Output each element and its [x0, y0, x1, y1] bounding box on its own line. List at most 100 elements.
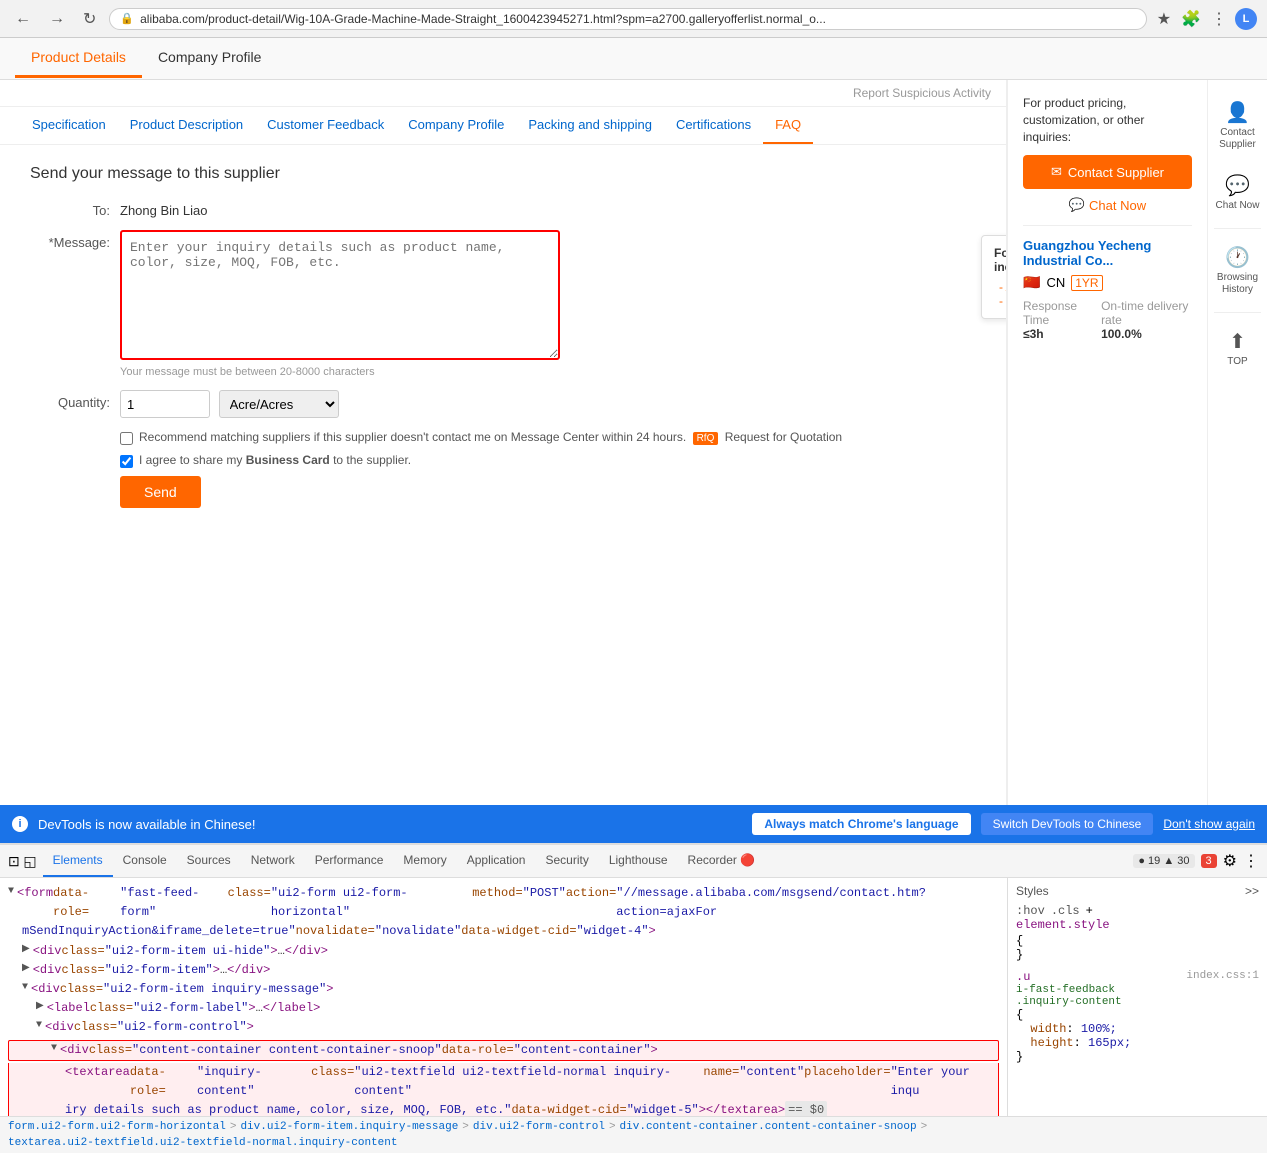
char-limit-note: Your message must be between 20-8000 cha…: [120, 366, 976, 378]
agree-checkbox[interactable]: [120, 455, 133, 468]
sidebar-right: For product pricing, customization, or o…: [1007, 80, 1207, 805]
browsing-history-btn[interactable]: 🕐 Browsing History: [1208, 235, 1267, 306]
supplier-cta-text: For product pricing, customization, or o…: [1023, 95, 1192, 145]
lock-icon: 🔒: [120, 12, 134, 25]
supplier-name[interactable]: Guangzhou Yecheng Industrial Co...: [1023, 238, 1192, 268]
menu-button[interactable]: ⋮: [1209, 7, 1229, 31]
main-layout: Product Details Company Profile Report S…: [0, 38, 1267, 805]
chat-now-panel-btn[interactable]: 💬 Chat Now: [1208, 163, 1267, 222]
back-button[interactable]: ←: [10, 8, 36, 30]
tab-product-details[interactable]: Product Details: [15, 39, 142, 78]
dont-show-link[interactable]: Don't show again: [1163, 817, 1255, 831]
product-main: Report Suspicious Activity Specification…: [0, 80, 1007, 805]
send-heading: Send your message to this supplier: [30, 165, 976, 183]
styles-title: Styles: [1016, 884, 1049, 898]
dom-line-4: ▶ <div class="ui2-form-item"> …</div>: [8, 961, 999, 980]
delivery-label: On-time delivery rate: [1101, 299, 1192, 327]
sub-nav-customer-feedback[interactable]: Customer Feedback: [255, 107, 396, 144]
breadcrumb-div-content[interactable]: div.content-container.content-container-…: [620, 1121, 917, 1133]
dom-attr3: action=: [566, 884, 616, 903]
browser-chrome: ← → ↻ 🔒 alibaba.com/product-detail/Wig-1…: [0, 0, 1267, 38]
forward-button[interactable]: →: [44, 8, 70, 30]
scroll-top-btn[interactable]: ⬆ TOP: [1208, 319, 1267, 378]
unit-select[interactable]: Acre/Acres: [219, 390, 339, 418]
element-style-selector: element.style: [1016, 918, 1259, 932]
dom-line-7: ▼ <div class="ui2-form-control">: [8, 1018, 999, 1037]
breadcrumb-form[interactable]: form.ui2-form.ui2-form-horizontal: [8, 1121, 226, 1133]
profile-avatar[interactable]: L: [1235, 8, 1257, 30]
address-bar[interactable]: 🔒 alibaba.com/product-detail/Wig-10A-Gra…: [109, 8, 1146, 30]
chat-now-icon: 💬: [1225, 173, 1250, 198]
checkbox-recommend-row: Recommend matching suppliers if this sup…: [30, 430, 976, 445]
dom-attr-val: "fast-feed-form": [120, 884, 227, 922]
devtools-tab-elements[interactable]: Elements: [43, 845, 113, 877]
top-label: TOP: [1227, 356, 1247, 368]
devtools-info-text: DevTools is now available in Chinese!: [38, 817, 742, 832]
sub-nav-certifications[interactable]: Certifications: [664, 107, 763, 144]
breadcrumb-div-inq[interactable]: div.ui2-form-item.inquiry-message: [240, 1121, 458, 1133]
tab-company-profile[interactable]: Company Profile: [142, 39, 278, 78]
country-code: CN: [1046, 275, 1065, 290]
report-link[interactable]: Report Suspicious Activity: [853, 86, 991, 100]
filter-plus[interactable]: +: [1086, 904, 1093, 918]
chat-now-label: Chat Now: [1216, 200, 1260, 212]
page-content: Product Details Company Profile Report S…: [0, 38, 1267, 805]
bookmark-button[interactable]: ★: [1155, 7, 1173, 31]
sub-nav-specification[interactable]: Specification: [20, 107, 118, 144]
stats-row: Response Time ≤3h On-time delivery rate …: [1023, 299, 1192, 341]
dom-breadcrumb: form.ui2-form.ui2-form-horizontal > div.…: [0, 1116, 1267, 1153]
devtools-panel-toggle[interactable]: ⊡ ◱: [8, 853, 37, 870]
quantity-row: Quantity: Acre/Acres: [30, 390, 976, 418]
recommend-checkbox[interactable]: [120, 432, 133, 445]
devtools-tab-lighthouse[interactable]: Lighthouse: [599, 845, 678, 877]
styles-filter: :hov .cls +: [1016, 904, 1259, 918]
dom-arrow[interactable]: ▼: [8, 884, 14, 900]
devtools-tab-network[interactable]: Network: [241, 845, 305, 877]
match-language-button[interactable]: Always match Chrome's language: [752, 813, 970, 835]
devtools-tab-memory[interactable]: Memory: [393, 845, 456, 877]
devtools-tab-recorder[interactable]: Recorder 🔴: [678, 845, 766, 877]
message-textarea[interactable]: [120, 230, 560, 360]
history-icon: 🕐: [1225, 245, 1250, 270]
response-time-label: Response Time: [1023, 299, 1091, 327]
styles-header: Styles >>: [1016, 884, 1259, 898]
dom-line: ▼ <form data-role="fast-feed-form" class…: [8, 884, 999, 922]
hint-item-2: - Special requests, if any: [999, 294, 1007, 308]
chat-now-button[interactable]: 💬 Chat Now: [1023, 197, 1192, 213]
styles-chevron[interactable]: >>: [1245, 884, 1259, 898]
devtools-tab-application[interactable]: Application: [457, 845, 536, 877]
switch-chinese-button[interactable]: Switch DevTools to Chinese: [981, 813, 1154, 835]
contact-supplier-button[interactable]: ✉ Contact Supplier: [1023, 155, 1192, 189]
devtools-info-bar: i DevTools is now available in Chinese! …: [0, 805, 1267, 843]
divider: [1023, 225, 1192, 226]
contact-icon: 👤: [1225, 100, 1250, 125]
message-wrapper: For better quotations, include: - A self…: [120, 230, 976, 378]
devtools-tab-sources[interactable]: Sources: [177, 845, 241, 877]
devtools-tab-console[interactable]: Console: [113, 845, 177, 877]
sub-nav-company-profile[interactable]: Company Profile: [396, 107, 516, 144]
more-options-icon[interactable]: ⋮: [1243, 851, 1259, 871]
filter-cls[interactable]: .cls: [1051, 904, 1080, 918]
refresh-button[interactable]: ↻: [78, 7, 101, 31]
contact-supplier-panel-btn[interactable]: 👤 Contact Supplier: [1208, 90, 1267, 161]
response-time-stat: Response Time ≤3h: [1023, 299, 1091, 341]
sub-nav-product-desc[interactable]: Product Description: [118, 107, 255, 144]
response-time-value: ≤3h: [1023, 327, 1091, 341]
history-label: Browsing History: [1213, 272, 1262, 296]
devtools-tab-performance[interactable]: Performance: [305, 845, 394, 877]
breadcrumb-div-ctrl[interactable]: div.ui2-form-control: [473, 1121, 605, 1133]
dom-attr-name: data-role=: [53, 884, 120, 922]
sub-nav-packing[interactable]: Packing and shipping: [516, 107, 664, 144]
sub-nav-faq[interactable]: FAQ: [763, 107, 813, 144]
settings-icon[interactable]: ⚙: [1223, 851, 1237, 871]
devtools-tab-security[interactable]: Security: [535, 845, 598, 877]
extensions-button[interactable]: 🧩: [1179, 7, 1203, 31]
dom-attr: class=: [228, 884, 271, 903]
send-button[interactable]: Send: [120, 476, 201, 508]
filter-hov[interactable]: :hov: [1016, 904, 1045, 918]
breadcrumb-textarea[interactable]: textarea.ui2-textfield.ui2-textfield-nor…: [8, 1137, 397, 1149]
style-prop-height: height: [1030, 1036, 1073, 1050]
quantity-input[interactable]: [120, 390, 210, 418]
report-bar: Report Suspicious Activity: [0, 80, 1006, 107]
message-row: *Message: For better quotations, include…: [30, 230, 976, 378]
